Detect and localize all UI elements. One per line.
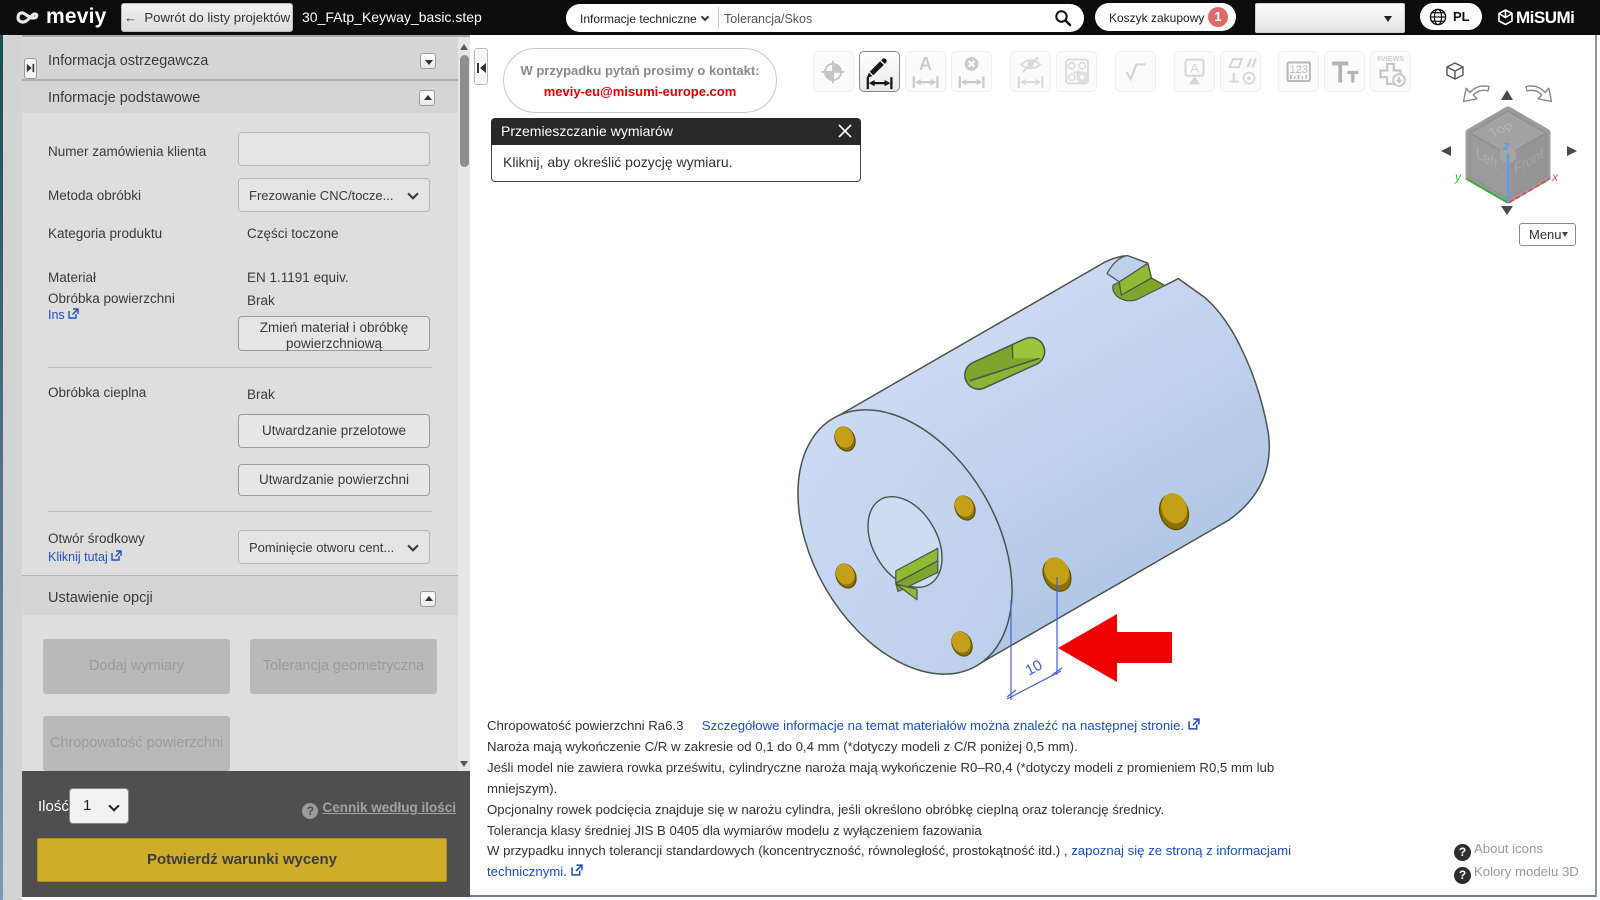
svg-text:z: z	[1502, 138, 1510, 153]
svg-text:10: 10	[1023, 657, 1046, 680]
svg-text:y: y	[1454, 170, 1462, 184]
svg-text:A: A	[919, 54, 932, 74]
svg-text:A: A	[1190, 60, 1199, 75]
svg-text:6VIEWS: 6VIEWS	[1377, 55, 1404, 63]
svg-text:x: x	[1551, 170, 1559, 184]
svg-text:123: 123	[1290, 64, 1308, 76]
